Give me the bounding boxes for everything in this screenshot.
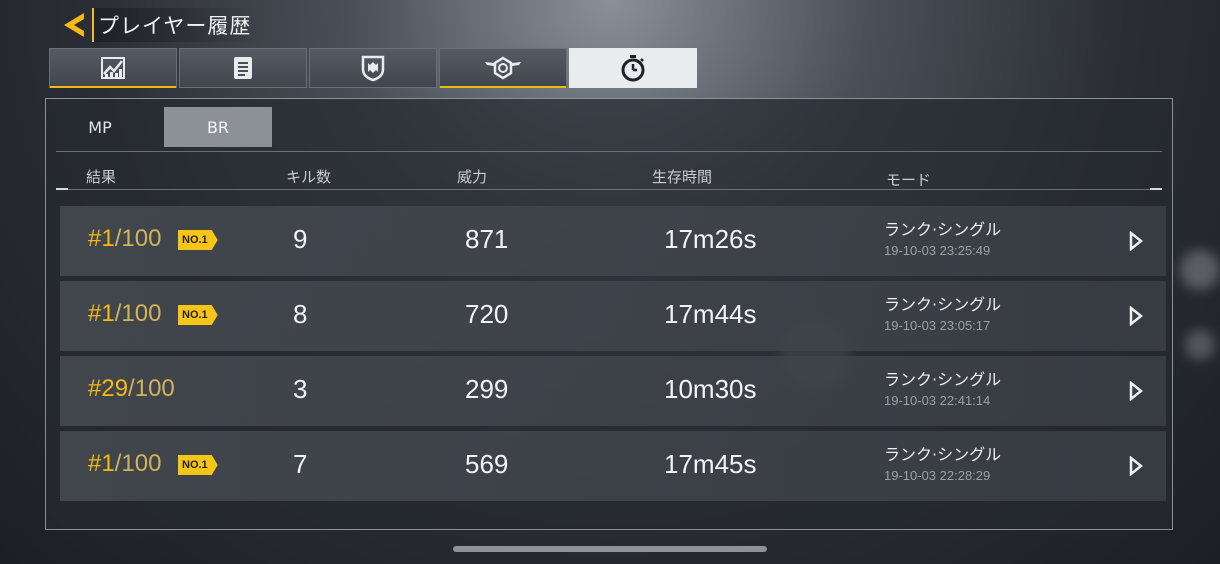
- tab-rank[interactable]: [439, 48, 567, 88]
- power-value: 720: [465, 299, 509, 329]
- kills-value: 8: [293, 299, 308, 329]
- rank-position: #1: [88, 450, 115, 477]
- back-arrow-icon: [64, 13, 84, 37]
- background-bokeh: [1180, 250, 1220, 290]
- rank-position: #29: [88, 375, 129, 402]
- header-right-mark: [1150, 188, 1162, 190]
- page-title-box: プレイヤー履歴: [92, 8, 260, 42]
- rank-position: #1: [88, 300, 115, 327]
- play-arrow-icon[interactable]: [1128, 381, 1144, 401]
- kills-value: 9: [293, 224, 308, 254]
- power-value: 871: [465, 224, 509, 254]
- rank-total: /100: [128, 375, 175, 402]
- kills-value: 7: [293, 449, 308, 479]
- survival-time-value: 17m45s: [664, 449, 757, 479]
- match-row[interactable]: #1/100 NO.1 9 871 17m26s ランク·シングル 19-10-…: [60, 206, 1166, 276]
- home-indicator[interactable]: [453, 546, 767, 552]
- mode-value: ランク·シングル: [884, 445, 1002, 464]
- tab-emblem[interactable]: [309, 48, 437, 88]
- mode-value: ランク·シングル: [884, 295, 1002, 314]
- rank-total: /100: [114, 300, 162, 327]
- play-arrow-icon[interactable]: [1128, 306, 1144, 326]
- clipboard-icon: [234, 57, 252, 79]
- mode-subtabs: MP BR: [46, 107, 272, 147]
- mode-value: ランク·シングル: [884, 370, 1002, 389]
- survival-time-value: 10m30s: [664, 374, 757, 404]
- rank-text: #1/100: [88, 300, 161, 328]
- match-row[interactable]: #1/100 NO.1 8 720 17m44s ランク·シングル 19-10-…: [60, 281, 1166, 351]
- history-tabs: [49, 48, 697, 88]
- match-row[interactable]: #29/100 3 299 10m30s ランク·シングル 19-10-03 2…: [60, 356, 1166, 426]
- match-timestamp: 19-10-03 23:05:17: [884, 318, 991, 333]
- page-title: プレイヤー履歴: [98, 14, 252, 38]
- mode-value: ランク·シングル: [884, 220, 1002, 239]
- match-timestamp: 19-10-03 22:41:14: [884, 393, 991, 408]
- column-header-power: 威力: [457, 168, 488, 186]
- kills-value: 3: [293, 374, 308, 404]
- stats-chart-icon: [101, 57, 125, 79]
- tab-stats[interactable]: [49, 48, 177, 88]
- match-row[interactable]: #1/100 NO.1 7 569 17m45s ランク·シングル 19-10-…: [60, 431, 1166, 501]
- power-value: 299: [465, 374, 509, 404]
- power-value: 569: [465, 449, 509, 479]
- shield-icon: [361, 55, 385, 82]
- match-timestamp: 19-10-03 22:28:29: [884, 468, 991, 483]
- first-place-badge: NO.1: [178, 455, 218, 475]
- survival-time-value: 17m26s: [664, 224, 757, 254]
- rank-text: #29/100: [88, 375, 175, 403]
- column-header-kills: キル数: [286, 168, 332, 186]
- column-header-survival: 生存時間: [652, 168, 713, 186]
- rank-position: #1: [88, 225, 115, 252]
- subtab-mp[interactable]: MP: [46, 107, 154, 147]
- stopwatch-icon: [621, 55, 645, 82]
- match-timestamp: 19-10-03 23:25:49: [884, 243, 991, 258]
- subtab-divider: [56, 151, 1162, 152]
- play-arrow-icon[interactable]: [1128, 231, 1144, 251]
- header-left-mark: [56, 188, 68, 190]
- column-header-result: 結果: [86, 168, 117, 186]
- subtab-br[interactable]: BR: [164, 107, 272, 147]
- back-button[interactable]: [58, 10, 92, 40]
- rank-total: /100: [114, 450, 162, 477]
- match-history-panel: MP BR 結果 キル数 威力 生存時間 モード #1/100 NO.1 9 8…: [45, 98, 1173, 530]
- first-place-badge: NO.1: [178, 230, 218, 250]
- first-place-badge: NO.1: [178, 305, 218, 325]
- rank-total: /100: [114, 225, 162, 252]
- column-header-mode: モード: [886, 171, 932, 189]
- rank-text: #1/100: [88, 450, 161, 478]
- winged-emblem-icon: [485, 56, 521, 80]
- rank-text: #1/100: [88, 225, 161, 253]
- tab-match-history[interactable]: [569, 48, 697, 88]
- tab-records[interactable]: [179, 48, 307, 88]
- survival-time-value: 17m44s: [664, 299, 757, 329]
- background-bokeh: [1185, 330, 1215, 360]
- header-divider: [68, 189, 1150, 190]
- play-arrow-icon[interactable]: [1128, 456, 1144, 476]
